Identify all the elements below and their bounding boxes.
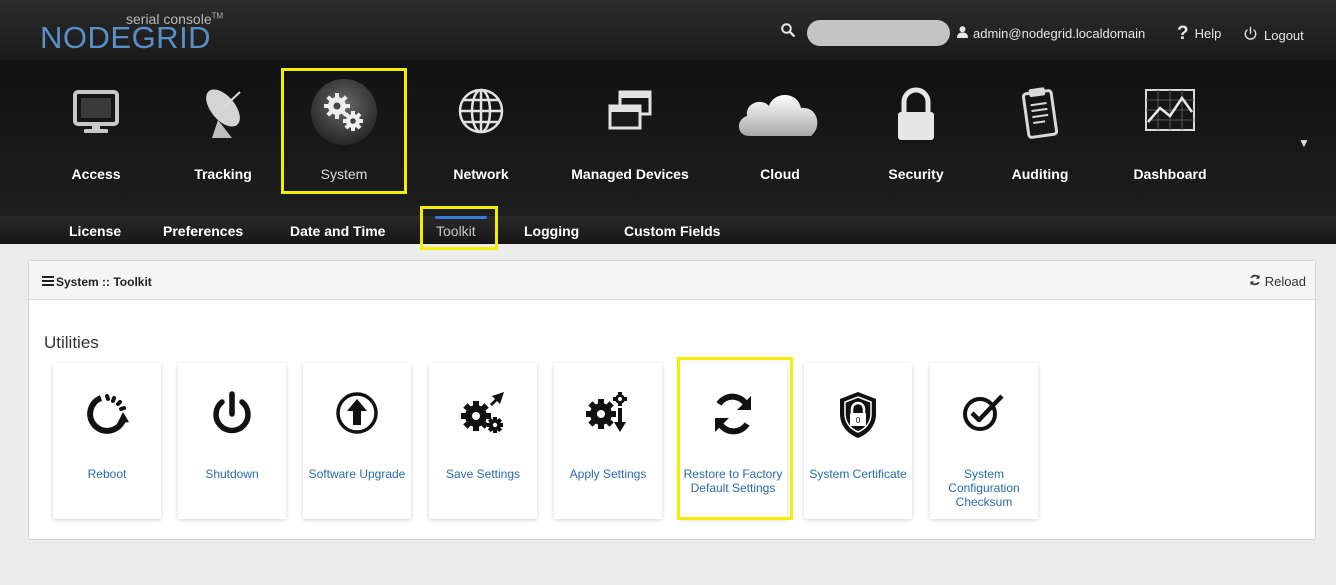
trademark: TM: [211, 11, 224, 21]
subnav-item-date-and-time[interactable]: Date and Time: [290, 223, 385, 239]
tile-label: Software Upgrade: [308, 467, 406, 481]
nav-label: Network: [453, 166, 509, 182]
logout-link[interactable]: Logout: [1243, 26, 1304, 44]
toolkit-panel: System :: Toolkit Reload Utilities Reboo…: [28, 260, 1316, 540]
monitor-icon: [69, 86, 123, 143]
panel-header: System :: Toolkit Reload: [29, 261, 1315, 300]
user-menu[interactable]: admin@nodegrid.localdomain: [957, 26, 1145, 41]
section-heading: Utilities: [44, 333, 99, 352]
search-icon[interactable]: [781, 23, 795, 42]
user-icon: [957, 26, 968, 41]
subnav-item-custom-fields[interactable]: Custom Fields: [624, 223, 720, 239]
nav-label: Cloud: [760, 166, 800, 182]
nav-item-managed-devices[interactable]: Managed Devices: [560, 60, 700, 216]
panel-title-text: System :: Toolkit: [56, 275, 152, 289]
nav-label: Tracking: [194, 166, 252, 182]
cloud-icon: [735, 86, 825, 145]
nav-item-network[interactable]: Network: [438, 60, 524, 216]
highlight-restore: [677, 357, 793, 520]
reload-icon: [1249, 274, 1261, 289]
hamburger-icon[interactable]: [42, 275, 54, 289]
windows-icon: [604, 86, 656, 141]
reboot-icon: [83, 390, 131, 443]
nav-label: Dashboard: [1133, 166, 1207, 182]
subnav-item-logging[interactable]: Logging: [524, 223, 579, 239]
help-icon: ?: [1177, 23, 1189, 44]
tile-system-certificate[interactable]: 0 System Certificate: [804, 363, 912, 519]
nav-item-tracking[interactable]: Tracking: [182, 60, 264, 216]
clipboard-icon: [1018, 86, 1062, 145]
shield-lock-icon: 0: [836, 390, 880, 445]
help-label: Help: [1194, 26, 1222, 41]
nav-label: Managed Devices: [571, 166, 689, 182]
tile-shutdown[interactable]: Shutdown: [178, 363, 286, 519]
nav-item-dashboard[interactable]: Dashboard: [1120, 60, 1220, 216]
globe-icon: [456, 86, 506, 141]
main-nav: Access Tracking System Network Managed D…: [0, 60, 1336, 216]
svg-text:0: 0: [855, 416, 860, 425]
tile-label: Shutdown: [205, 467, 259, 481]
help-link[interactable]: ? Help: [1177, 24, 1221, 43]
gears-apply-icon: [583, 390, 633, 441]
tile-reboot[interactable]: Reboot: [53, 363, 161, 519]
nav-label: Security: [888, 166, 944, 182]
logo: NODEGRID: [40, 20, 212, 55]
highlight-toolkit: [420, 206, 498, 250]
tile-save-settings[interactable]: Save Settings: [429, 363, 537, 519]
subnav-item-preferences[interactable]: Preferences: [163, 223, 243, 239]
upload-arrow-icon: [334, 390, 380, 441]
triangle-down-icon[interactable]: ▼: [1298, 136, 1310, 150]
nav-item-security[interactable]: Security: [866, 60, 966, 216]
tile-system-configuration-checksum[interactable]: System Configuration Checksum: [930, 363, 1038, 519]
nav-item-access[interactable]: Access: [58, 60, 134, 216]
power-icon: [210, 390, 254, 443]
tile-apply-settings[interactable]: Apply Settings: [554, 363, 662, 519]
logout-label: Logout: [1264, 27, 1304, 43]
line-chart-icon: [1142, 86, 1198, 139]
panel-title: System :: Toolkit: [42, 275, 152, 289]
nav-label: Auditing: [1011, 166, 1069, 182]
highlight-system: [281, 68, 407, 194]
nav-label: Access: [71, 166, 121, 182]
tile-software-upgrade[interactable]: Software Upgrade: [303, 363, 411, 519]
gears-save-icon: [458, 390, 508, 441]
tile-label: System Certificate: [809, 467, 907, 481]
padlock-icon: [894, 86, 938, 147]
reload-button[interactable]: Reload: [1249, 274, 1306, 289]
tile-label: Apply Settings: [569, 467, 647, 481]
top-bar: serial consoleTM NODEGRID admin@nodegrid…: [0, 0, 1336, 60]
tile-label: Save Settings: [445, 467, 521, 481]
subnav-item-license[interactable]: License: [69, 223, 121, 239]
reload-label: Reload: [1264, 274, 1306, 289]
tile-label: System Configuration Checksum: [948, 467, 1020, 509]
nav-item-cloud[interactable]: Cloud: [730, 60, 830, 216]
check-circle-icon: [960, 390, 1008, 441]
search-input[interactable]: [807, 20, 950, 46]
user-name: admin@nodegrid.localdomain: [973, 26, 1146, 41]
satellite-dish-icon: [196, 86, 250, 147]
sub-nav: License Preferences Date and Time Toolki…: [0, 216, 1336, 244]
nav-item-auditing[interactable]: Auditing: [1000, 60, 1080, 216]
tile-label: Reboot: [87, 467, 127, 481]
logout-icon: [1243, 26, 1258, 44]
